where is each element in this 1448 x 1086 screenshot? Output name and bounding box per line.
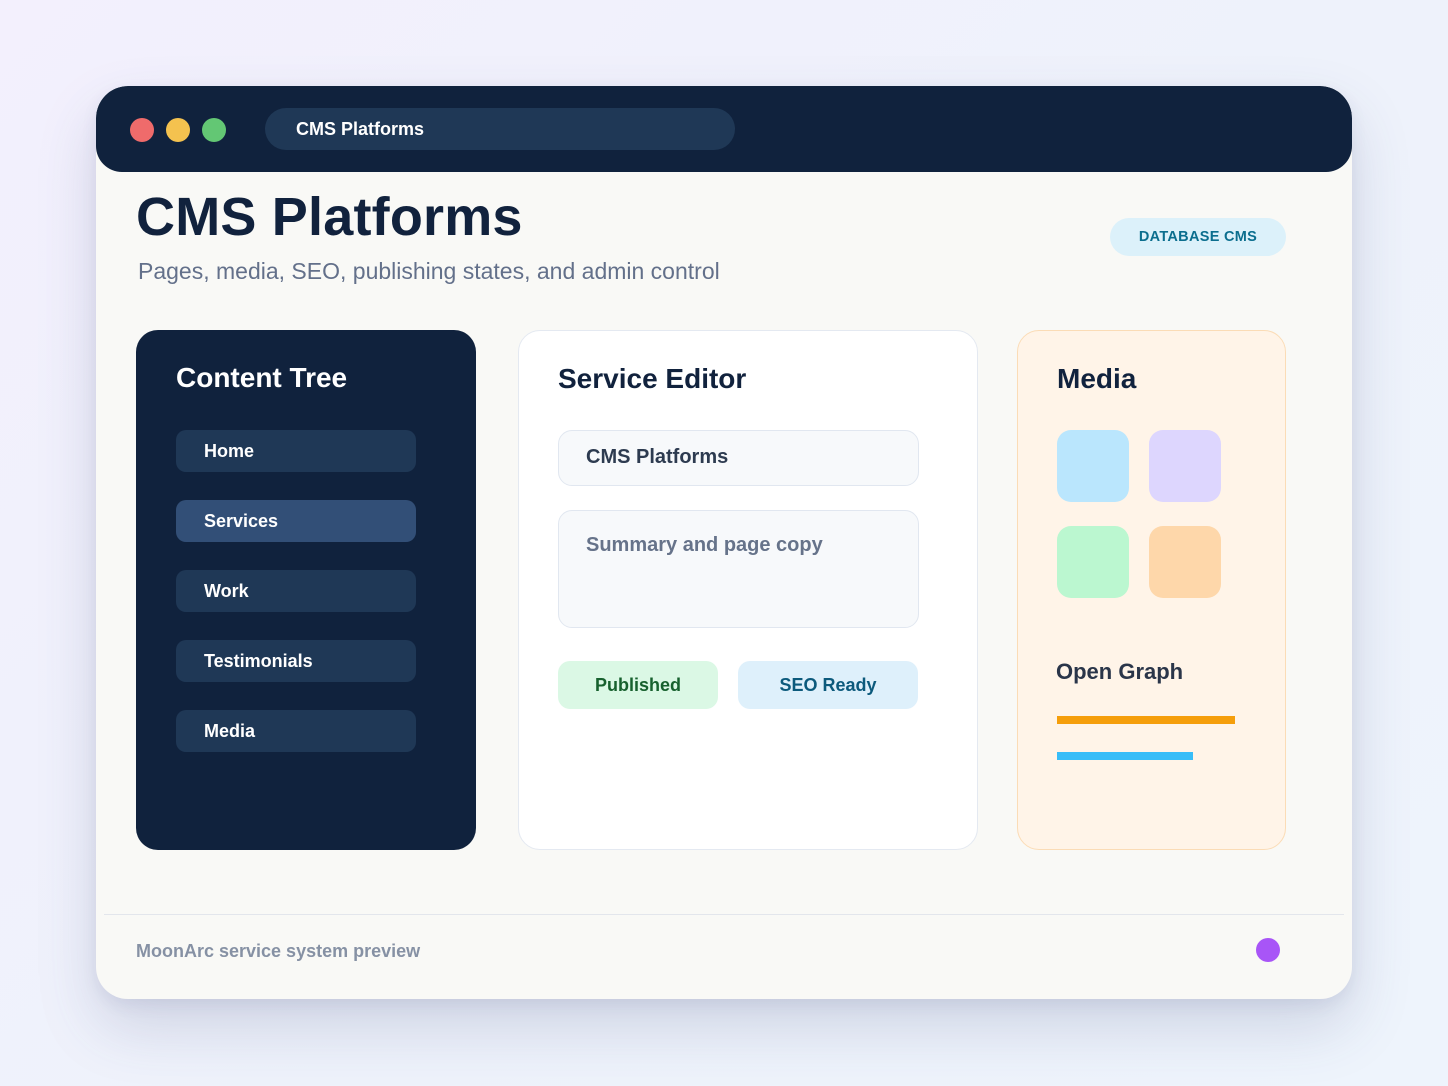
tree-item-media[interactable]: Media bbox=[176, 710, 416, 752]
cms-type-badge: DATABASE CMS bbox=[1110, 218, 1286, 256]
media-panel: Media Open Graph bbox=[1017, 330, 1286, 850]
open-graph-preview-bar bbox=[1057, 716, 1235, 724]
minimize-window-button[interactable] bbox=[166, 118, 190, 142]
content-tree-panel: Content Tree Home Services Work Testimon… bbox=[136, 330, 476, 850]
open-graph-preview-bar bbox=[1057, 752, 1193, 760]
content-tree-title: Content Tree bbox=[176, 362, 348, 393]
service-editor-title: Service Editor bbox=[558, 363, 747, 394]
media-thumbnail[interactable] bbox=[1149, 430, 1221, 502]
media-title: Media bbox=[1057, 363, 1137, 394]
close-window-button[interactable] bbox=[130, 118, 154, 142]
media-thumbnail[interactable] bbox=[1149, 526, 1221, 598]
page-subtitle: Pages, media, SEO, publishing states, an… bbox=[138, 258, 720, 284]
summary-field[interactable]: Summary and page copy bbox=[558, 510, 919, 628]
title-field[interactable]: CMS Platforms bbox=[558, 430, 919, 486]
footer-divider bbox=[104, 914, 1344, 915]
window-titlebar: CMS Platforms bbox=[96, 86, 1352, 172]
tree-item-work[interactable]: Work bbox=[176, 570, 416, 612]
maximize-window-button[interactable] bbox=[202, 118, 226, 142]
app-window: CMS Platforms CMS Platforms Pages, media… bbox=[96, 86, 1352, 999]
tree-item-services[interactable]: Services bbox=[176, 500, 416, 542]
seo-ready-chip[interactable]: SEO Ready bbox=[738, 661, 918, 709]
tree-item-home[interactable]: Home bbox=[176, 430, 416, 472]
page-title: CMS Platforms bbox=[136, 187, 523, 247]
service-editor-panel: Service Editor CMS Platforms Summary and… bbox=[518, 330, 978, 850]
address-bar[interactable]: CMS Platforms bbox=[265, 108, 735, 150]
media-thumbnail[interactable] bbox=[1057, 526, 1129, 598]
published-status-chip[interactable]: Published bbox=[558, 661, 718, 709]
open-graph-title: Open Graph bbox=[1056, 659, 1184, 684]
status-dot bbox=[1256, 938, 1280, 962]
media-thumbnail[interactable] bbox=[1057, 430, 1129, 502]
tree-item-testimonials[interactable]: Testimonials bbox=[176, 640, 416, 682]
footer-text: MoonArc service system preview bbox=[136, 941, 421, 961]
